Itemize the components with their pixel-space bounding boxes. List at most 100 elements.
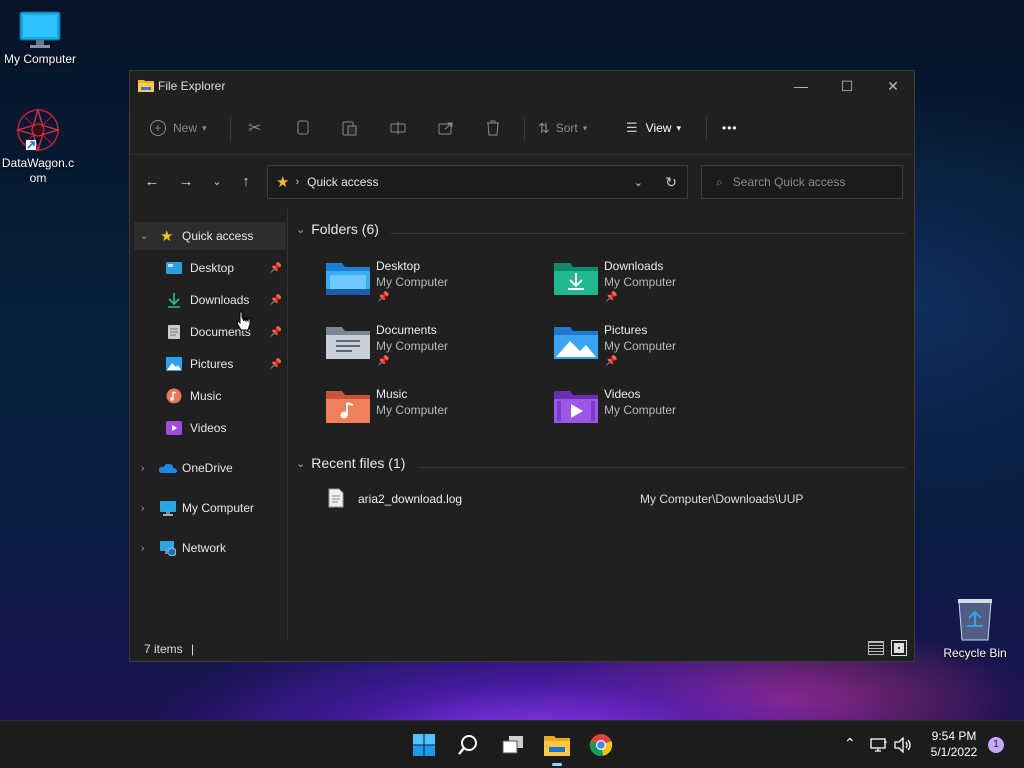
sort-button-label: Sort [555,121,578,135]
more-options-button[interactable]: ••• [722,113,738,143]
folders-section-header[interactable]: ⌄ Folders (6) [296,221,379,237]
chevron-right-icon[interactable]: › [141,503,144,514]
nav-item-videos[interactable]: Videos [134,414,286,442]
download-icon [168,293,180,308]
share-icon [438,122,453,135]
pin-icon[interactable]: 📌 [270,327,282,338]
nav-item-label: Pictures [190,357,234,371]
paste-icon [342,121,357,136]
nav-item-pictures[interactable]: Pictures 📌 [134,350,286,378]
recent-files-section-header[interactable]: ⌄ Recent files (1) [296,455,405,471]
chevron-right-icon[interactable]: › [141,543,144,554]
folder-name: Pictures [604,323,648,337]
address-bar[interactable]: ★ › Quick access ⌄ ↻ [267,165,688,199]
start-button[interactable] [410,731,438,759]
folder-tile-desktop[interactable]: Desktop My Computer 📌 [320,255,540,315]
notification-badge[interactable]: 1 [988,737,1004,753]
address-row: ← → ⌄ ↑ ★ › Quick access ⌄ ↻ ⌕ [130,155,914,209]
maximize-button[interactable]: ☐ [824,71,870,101]
nav-item-my-computer[interactable]: › My Computer [134,494,286,522]
pin-icon[interactable]: 📌 [270,359,282,370]
file-explorer-window: File Explorer — ☐ ✕ + New ▾ ✂ ⇅ Sort ▾ ☰… [129,70,915,662]
folder-tile-videos[interactable]: Videos My Computer [548,383,768,443]
new-button-label: New [173,121,198,135]
folder-name: Music [376,387,408,401]
folder-location: My Computer [376,275,449,289]
delete-button[interactable] [486,113,500,143]
share-button[interactable] [438,113,454,143]
datawagon-logo-icon [15,107,61,153]
nav-item-network[interactable]: › Network [134,534,286,562]
pin-icon[interactable]: 📌 [270,295,282,306]
rename-button[interactable] [390,113,406,143]
breadcrumb-location[interactable]: Quick access [307,175,378,189]
nav-item-documents[interactable]: Documents 📌 [134,318,286,346]
title-bar[interactable]: File Explorer — ☐ ✕ [130,71,914,101]
task-view-icon [502,736,523,754]
nav-item-label: Videos [190,421,227,435]
nav-item-onedrive[interactable]: › OneDrive [134,454,286,482]
nav-item-quick-access[interactable]: ⌄ ★ Quick access [134,222,286,250]
pin-icon[interactable]: 📌 [270,263,282,274]
folder-tile-documents[interactable]: Documents My Computer 📌 [320,319,540,379]
address-dropdown-icon[interactable]: ⌄ [634,176,643,189]
content-pane: ⌄ Folders (6) Desktop My Computer 📌 Down… [290,209,914,639]
videos-folder-icon [554,391,598,423]
pin-icon: 📌 [605,292,618,303]
cut-button[interactable]: ✂ [248,113,261,143]
active-app-indicator [552,763,562,766]
chevron-down-icon[interactable]: ⌄ [140,231,148,242]
volume-icon[interactable] [894,737,912,753]
search-input[interactable] [732,175,883,189]
nav-item-downloads[interactable]: Downloads 📌 [134,286,286,314]
copy-button[interactable] [296,113,310,143]
nav-item-label: Quick access [182,229,254,243]
chevron-right-icon[interactable]: › [141,463,144,474]
back-button[interactable]: ← [142,172,162,192]
desktop-folder-icon [326,263,370,295]
details-view-icon[interactable] [868,641,884,655]
nav-item-music[interactable]: Music [134,382,286,410]
search-icon [458,735,477,755]
paste-button[interactable] [342,113,358,143]
task-view-button[interactable] [499,731,527,759]
minimize-button[interactable]: — [778,71,824,101]
chevron-up-icon[interactable]: ⌃ [844,735,856,752]
desktop-icon-datawagon[interactable]: DataWagon.c om [0,106,78,186]
file-explorer-taskbar-button[interactable] [543,731,571,759]
folder-tile-pictures[interactable]: Pictures My Computer 📌 [548,319,768,379]
recent-locations-button[interactable]: ⌄ [207,172,227,192]
text-file-icon [328,488,344,508]
refresh-icon[interactable]: ↻ [665,174,677,191]
desktop-icon-recycle-bin[interactable]: Recycle Bin [935,596,1015,661]
chevron-down-icon: ⌄ [296,457,306,470]
navigation-pane: ⌄ ★ Quick access Desktop 📌 Downloads 📌 D… [130,209,288,639]
item-count: 7 items [144,642,183,656]
close-button[interactable]: ✕ [870,71,916,101]
sort-button[interactable]: ⇅ Sort ▾ [538,113,587,143]
view-button[interactable]: ☰ View ▾ [626,113,681,143]
chrome-taskbar-button[interactable] [587,731,615,759]
folder-tile-music[interactable]: Music My Computer [320,383,540,443]
forward-button[interactable]: → [176,172,196,192]
search-box[interactable]: ⌕ [701,165,903,199]
folder-location: My Computer [604,339,677,353]
search-taskbar-button[interactable] [454,731,482,759]
toolbar-divider [706,117,707,141]
desktop-icon-my-computer[interactable]: My Computer [0,10,80,67]
tiles-view-icon[interactable] [891,640,907,656]
nav-item-desktop[interactable]: Desktop 📌 [134,254,286,282]
monitor-icon [160,500,176,516]
folder-tile-downloads[interactable]: Downloads My Computer 📌 [548,255,768,315]
cloud-icon [158,463,177,473]
clock[interactable]: 9:54 PM 5/1/2022 [926,728,982,760]
network-icon [160,540,176,556]
star-icon: ★ [160,228,174,245]
network-status-icon[interactable] [870,737,888,753]
new-button[interactable]: + New ▾ [150,113,207,143]
pin-icon: 📌 [377,356,390,367]
up-button[interactable]: ↑ [236,172,256,192]
pin-icon: 📌 [377,292,390,303]
folder-location: My Computer [376,403,449,417]
recent-file-row[interactable]: aria2_download.log My Computer\Downloads… [320,485,910,513]
